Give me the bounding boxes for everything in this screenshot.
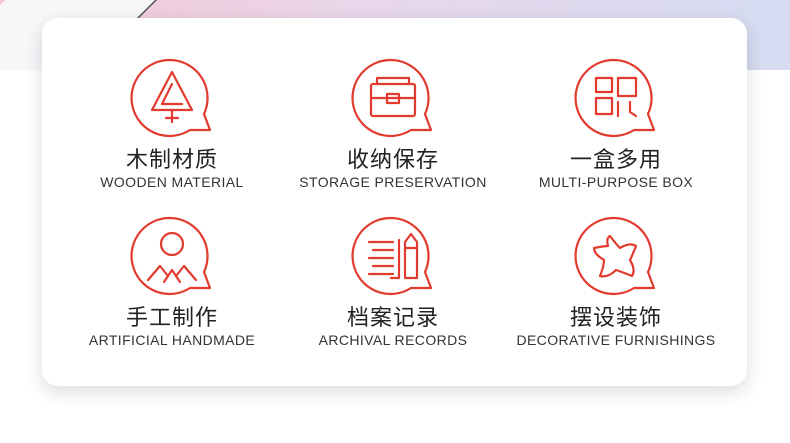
feature-title-en: ARCHIVAL RECORDS [318, 332, 468, 348]
feature-wooden-material: 木制材质 WOODEN MATERIAL [57, 54, 287, 191]
feature-title-en: STORAGE PRESERVATION [299, 174, 487, 190]
feature-decorative-furnishings: 摆设装饰 DECORATIVE FURNISHINGS [501, 212, 731, 349]
tree-icon [130, 58, 212, 138]
handmade-person-icon [130, 216, 212, 296]
feature-title-cn: 木制材质 [125, 147, 218, 172]
feature-storage-preservation: 收纳保存 STORAGE PRESERVATION [278, 54, 508, 191]
storage-box-icon [351, 58, 433, 138]
features-card: 木制材质 WOODEN MATERIAL 收纳保存 STORAGE PRESER… [42, 18, 747, 386]
feature-title-cn: 一盒多用 [569, 147, 662, 172]
feature-multi-purpose-box: 一盒多用 MULTI-PURPOSE BOX [501, 54, 731, 191]
feature-title-cn: 档案记录 [346, 305, 439, 330]
feature-title-cn: 手工制作 [125, 305, 218, 330]
feature-title-en: DECORATIVE FURNISHINGS [516, 332, 716, 348]
documents-pen-icon [351, 216, 433, 296]
star-icon [574, 216, 656, 296]
compartments-icon [574, 58, 656, 138]
feature-title-cn: 摆设装饰 [569, 305, 662, 330]
feature-artificial-handmade: 手工制作 ARTIFICIAL HANDMADE [57, 212, 287, 349]
feature-title-en: WOODEN MATERIAL [100, 174, 244, 190]
feature-archival-records: 档案记录 ARCHIVAL RECORDS [278, 212, 508, 349]
feature-title-en: ARTIFICIAL HANDMADE [88, 332, 256, 348]
feature-title-cn: 收纳保存 [346, 147, 439, 172]
feature-title-en: MULTI-PURPOSE BOX [538, 174, 694, 190]
